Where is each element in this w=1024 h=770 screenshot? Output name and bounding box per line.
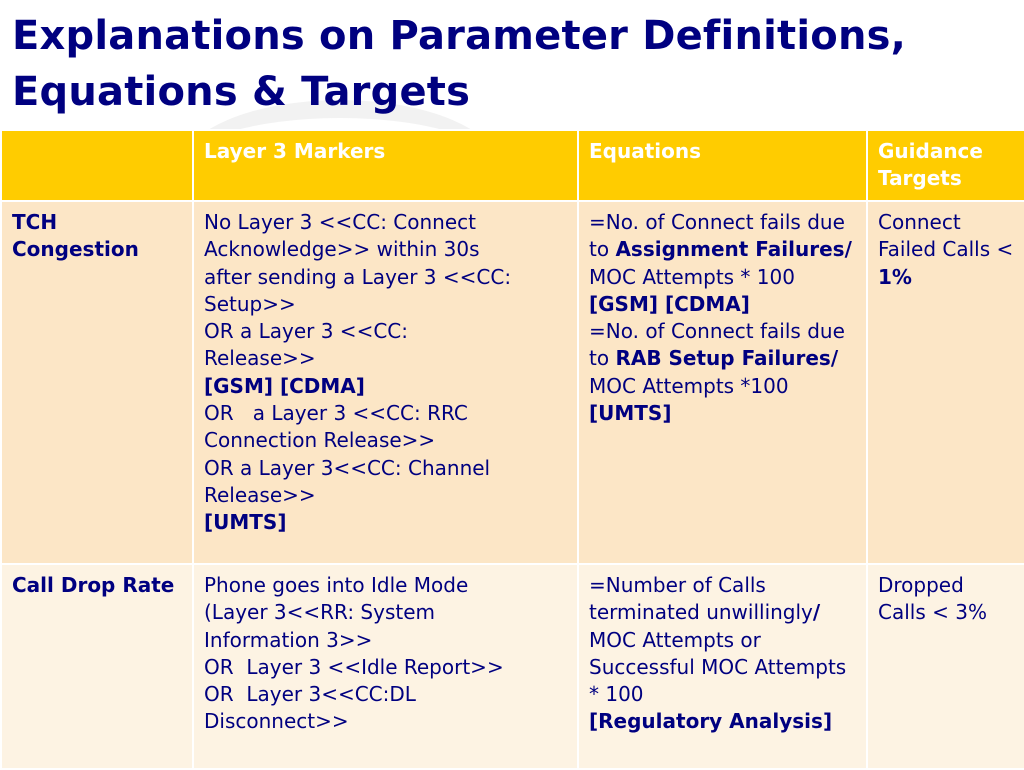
header-parameter xyxy=(0,129,194,202)
header-layer3-markers: Layer 3 Markers xyxy=(192,129,579,202)
marker-line: after sending a Layer 3 <<CC: xyxy=(204,264,512,289)
equation-bold: Assignment Failures/ xyxy=(615,237,852,262)
marker-line: OR Layer 3 <<Idle Report>> xyxy=(204,654,504,679)
header-equations: Equations xyxy=(577,129,868,202)
target-text: Connect Failed Calls < xyxy=(878,210,1014,262)
marker-line: Disconnect>> xyxy=(204,709,349,734)
markers-cell: No Layer 3 <<CC: Connect Acknowledge>> w… xyxy=(192,200,579,565)
equation-text: =Number of Calls terminated unwillingly xyxy=(589,573,813,625)
marker-line: OR a Layer 3 <<CC: xyxy=(204,319,408,344)
table-header-row: Layer 3 Markers Equations Guidance Targe… xyxy=(0,129,1024,202)
marker-line: (Layer 3<<RR: System xyxy=(204,600,436,625)
page-title: Explanations on Parameter Definitions, E… xyxy=(12,8,906,120)
marker-line: Information 3>> xyxy=(204,627,373,652)
table-row: Call Drop Rate Phone goes into Idle Mode… xyxy=(0,563,1024,770)
equation-tag-regulatory: [Regulatory Analysis] xyxy=(589,709,833,734)
equation-text: MOC Attempts or Successful MOC Attempts … xyxy=(589,627,847,707)
table-row: TCH Congestion No Layer 3 <<CC: Connect … xyxy=(0,200,1024,565)
marker-line: Release>> xyxy=(204,346,316,371)
marker-tag-umts: [UMTS] xyxy=(204,510,287,535)
marker-line: Release>> xyxy=(204,482,316,507)
marker-line: Acknowledge>> within 30s xyxy=(204,237,480,262)
equations-cell: =Number of Calls terminated unwillingly/… xyxy=(577,563,868,770)
marker-line: OR a Layer 3<<CC: Channel xyxy=(204,455,491,480)
equations-cell: =No. of Connect fails due to Assignment … xyxy=(577,200,868,565)
target-text: Dropped Calls < 3% xyxy=(878,573,987,625)
marker-line: Phone goes into Idle Mode xyxy=(204,573,469,597)
equation-slash: / xyxy=(812,600,821,625)
marker-line: No Layer 3 <<CC: Connect xyxy=(204,210,476,234)
marker-line: OR Layer 3<<CC:DL xyxy=(204,682,416,707)
target-value: 1% xyxy=(878,264,912,289)
title-line-2: Equations & Targets xyxy=(12,69,471,115)
equation-tag-gsm-cdma: [GSM] [CDMA] xyxy=(589,291,750,316)
title-line-1: Explanations on Parameter Definitions, xyxy=(12,13,907,59)
marker-line: Connection Release>> xyxy=(204,428,436,453)
parameter-cell: TCH Congestion xyxy=(0,200,194,565)
parameter-table: Layer 3 Markers Equations Guidance Targe… xyxy=(0,129,1024,770)
markers-cell: Phone goes into Idle Mode (Layer 3<<RR: … xyxy=(192,563,579,770)
marker-line: Setup>> xyxy=(204,291,296,316)
equation-tag-umts: [UMTS] xyxy=(589,401,672,426)
marker-line: OR a Layer 3 <<CC: RRC xyxy=(204,401,468,426)
target-cell: Dropped Calls < 3% xyxy=(866,563,1024,770)
equation-text: MOC Attempts *100 xyxy=(589,373,789,398)
header-guidance-targets: Guidance Targets xyxy=(866,129,1024,202)
equation-bold: RAB Setup Failures/ xyxy=(615,346,839,371)
target-cell: Connect Failed Calls < 1% xyxy=(866,200,1024,565)
equation-text: MOC Attempts * 100 xyxy=(589,264,795,289)
parameter-cell: Call Drop Rate xyxy=(0,563,194,770)
marker-tag-gsm-cdma: [GSM] [CDMA] xyxy=(204,373,365,398)
